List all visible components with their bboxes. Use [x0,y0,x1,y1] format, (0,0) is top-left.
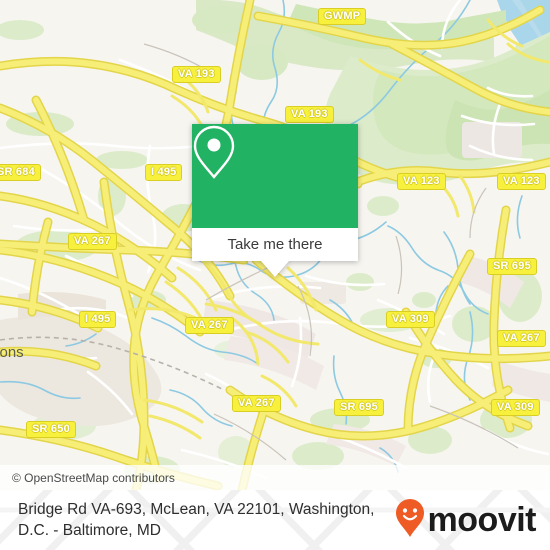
take-me-there-button[interactable]: Take me there [192,228,358,261]
road-shield: SR 650 [26,421,76,438]
road-shield: VA 267 [497,330,546,347]
osm-attribution-text: © OpenStreetMap contributors [12,470,175,485]
road-shield: I 495 [145,164,183,181]
road-shield: VA 309 [386,311,435,328]
address-line-2: D.C. - Baltimore, MD [18,522,161,539]
footer-bar: Bridge Rd VA-693, McLean, VA 22101, Wash… [0,490,550,550]
road-shield: VA 123 [497,173,546,190]
road-shield: VA 193 [285,106,334,123]
road-shield: SR 695 [334,399,384,416]
road-shield: I 495 [79,311,117,328]
map-attribution-bar: © OpenStreetMap contributors [0,465,550,490]
footer-content: Bridge Rd VA-693, McLean, VA 22101, Wash… [0,490,550,550]
moovit-logo[interactable]: moovit [395,498,537,543]
road-shield: VA 267 [185,317,234,334]
road-shield: GWMP [318,8,367,25]
road-shield: VA 193 [172,66,221,83]
road-shield: VA 123 [397,173,446,190]
map-canvas[interactable]: GWMP VA 193 VA 193 SR 684 I 495 VA 123 VA 123 V… [0,0,550,490]
road-shield: VA 267 [68,233,117,250]
popup-pin-panel [192,124,358,228]
moovit-wordmark: moovit [427,501,537,539]
road-shield: VA 267 [232,395,281,412]
road-shield: SR 695 [487,258,537,275]
popup-pointer-tail [261,261,289,277]
address-text: Bridge Rd VA-693, McLean, VA 22101, Wash… [18,499,374,541]
moovit-map-card: GWMP VA 193 VA 193 SR 684 I 495 VA 123 VA 123 V… [0,0,550,550]
location-popup-card[interactable]: Take me there [192,124,358,277]
take-me-there-label: Take me there [227,236,323,253]
place-label: sons [0,344,24,361]
address-line-1: Bridge Rd VA-693, McLean, VA 22101, Wash… [18,501,375,518]
road-shield: VA 309 [491,399,540,416]
road-shield: SR 684 [0,164,41,181]
moovit-pin-smiley-icon [395,498,425,543]
